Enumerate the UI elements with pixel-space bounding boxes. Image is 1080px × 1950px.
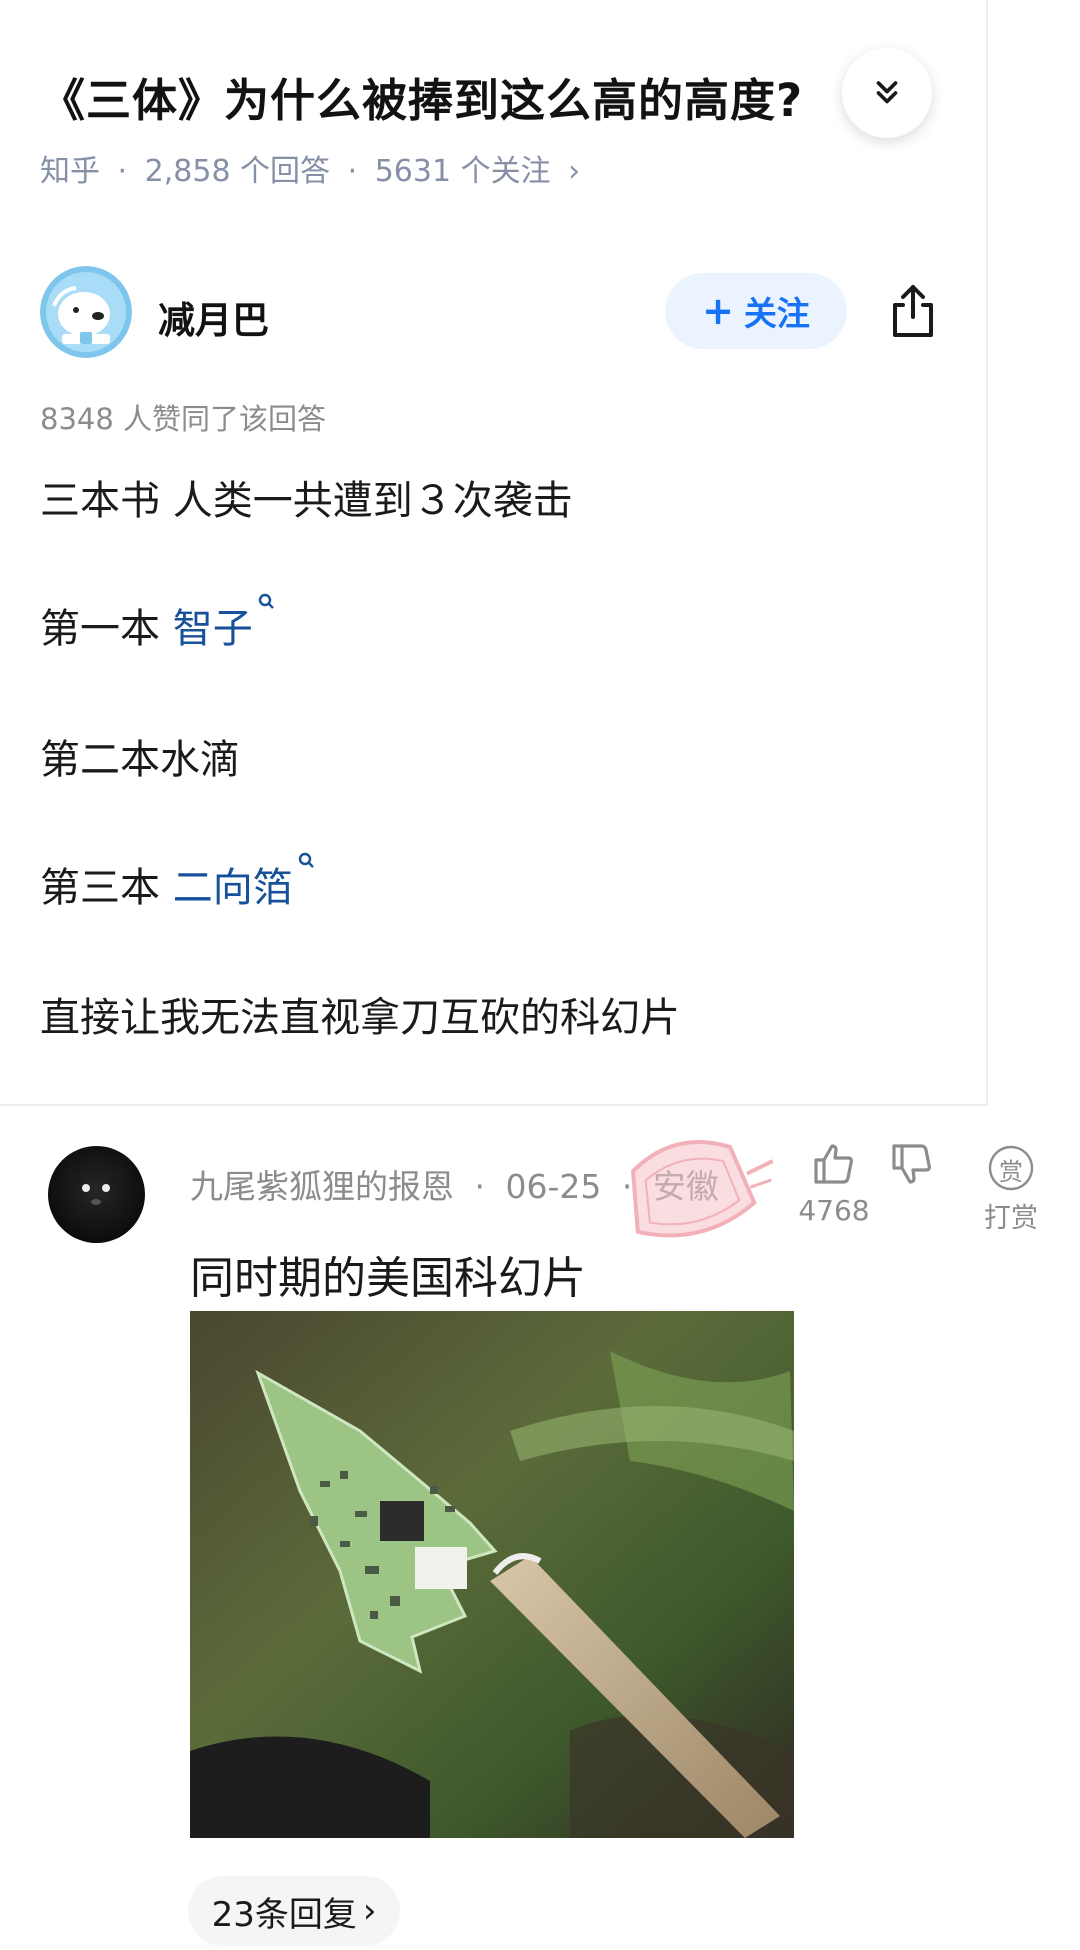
follower-count: 5631 个关注 xyxy=(374,154,551,189)
question-meta[interactable]: 知乎 · 2,858 个回答 · 5631 个关注 › xyxy=(40,146,580,190)
chevron-right-icon: › xyxy=(362,1891,377,1931)
reward-button[interactable]: 赏 打赏 xyxy=(978,1144,1044,1235)
question-title[interactable]: 《三体》为什么被捧到这么高的高度? xyxy=(40,64,840,129)
thumbs-down-icon xyxy=(892,1144,931,1184)
reward-glyph: 赏 xyxy=(999,1158,1023,1186)
answer-paragraph: 第二本水滴 xyxy=(40,737,240,783)
paragraph-text: 第一本 xyxy=(40,606,173,652)
commenter-avatar[interactable] xyxy=(48,1146,145,1243)
author-avatar[interactable] xyxy=(40,266,132,358)
like-button[interactable]: 4768 xyxy=(786,1140,882,1227)
follow-button[interactable]: + 关注 xyxy=(665,273,847,349)
meta-separator: · xyxy=(474,1167,486,1206)
like-count: 4768 xyxy=(798,1194,870,1227)
chevron-right-icon: › xyxy=(568,154,581,189)
share-button[interactable] xyxy=(880,278,946,344)
view-replies-button[interactable]: 23条回复 › xyxy=(188,1876,400,1946)
collapse-button[interactable] xyxy=(842,48,932,138)
keyword-link[interactable]: 智子 xyxy=(173,606,253,652)
source-label: 知乎 xyxy=(40,154,100,189)
commenter-name[interactable]: 九尾紫狐狸的报恩 xyxy=(190,1167,454,1206)
watermark-stamp xyxy=(600,1118,780,1268)
keyword-link[interactable]: 二向箔 xyxy=(173,865,293,911)
vote-count: 8348 人赞同了该回答 xyxy=(40,402,327,436)
thumbs-up-icon xyxy=(814,1144,853,1184)
meta-separator: · xyxy=(117,154,128,189)
follow-label: 关注 xyxy=(743,294,810,333)
chevron-double-down-icon xyxy=(876,81,898,104)
search-icon xyxy=(298,852,314,868)
share-icon xyxy=(893,285,933,337)
answer-paragraph: 第一本 智子 xyxy=(40,593,277,654)
answer-paragraph: 第三本 二向箔 xyxy=(40,852,317,913)
meta-separator: · xyxy=(347,154,358,189)
search-icon xyxy=(258,593,274,609)
dislike-button[interactable] xyxy=(888,1140,948,1192)
author-name[interactable]: 减月巴 xyxy=(158,290,269,344)
answer-count: 2,858 个回答 xyxy=(144,154,331,189)
answer-paragraph: 三本书 人类一共遭到３次袭击 xyxy=(40,478,573,524)
comment-text: 同时期的美国科幻片 xyxy=(190,1253,586,1304)
answer-paragraph: 直接让我无法直视拿刀互砍的科幻片 xyxy=(40,995,680,1041)
comment-image[interactable] xyxy=(190,1311,794,1838)
reward-label: 打赏 xyxy=(984,1203,1038,1234)
answer-card: 《三体》为什么被捧到这么高的高度? 知乎 · 2,858 个回答 · 5631 … xyxy=(0,0,988,1106)
comment-date: 06-25 xyxy=(505,1167,602,1206)
plus-icon: + xyxy=(702,289,734,333)
paragraph-text: 第三本 xyxy=(40,865,173,911)
replies-label: 23条回复 xyxy=(211,1894,357,1935)
